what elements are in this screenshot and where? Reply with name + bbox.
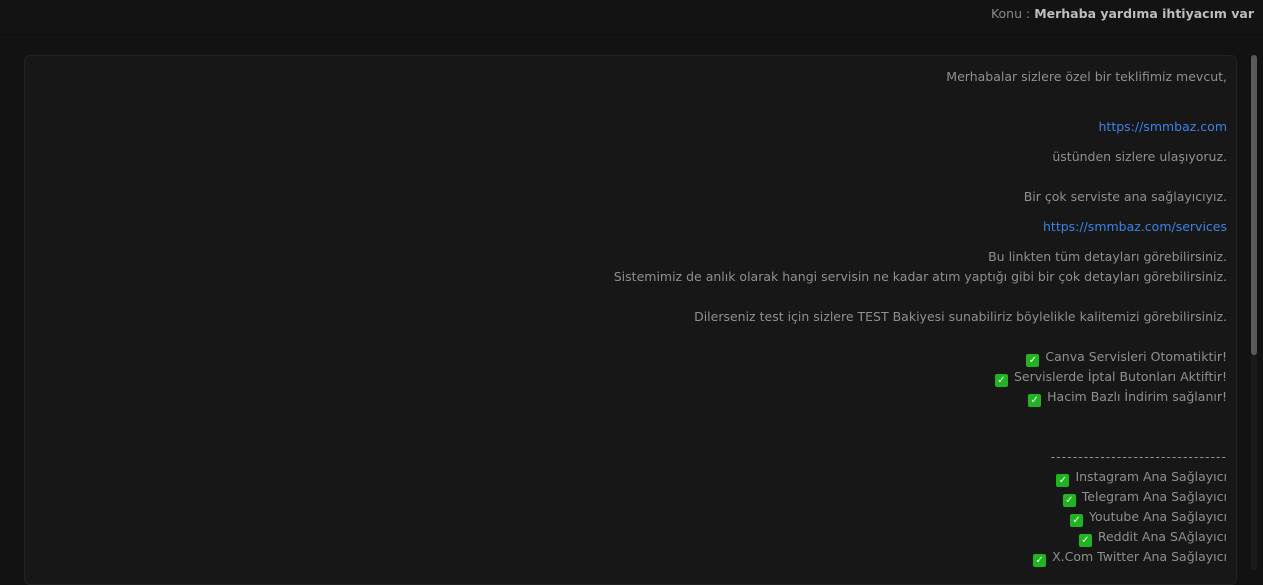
feature-item: ✓ Canva Servisleri Otomatiktir! (1026, 347, 1227, 367)
feature-item: ✓ Servislerde İptal Butonları Aktiftir! (994, 367, 1227, 387)
provider-text: Bir çok serviste ana sağlayıcıyız. (1023, 189, 1227, 204)
provider-label: Telegram Ana Sağlayıcı (1081, 489, 1227, 504)
check-box-icon: ✓ (1028, 394, 1042, 407)
services-link[interactable]: https://smmbaz.com/services (1043, 217, 1227, 237)
check-box-icon: ✓ (1070, 514, 1084, 527)
provider-label: Youtube Ana Sağlayıcı (1089, 509, 1227, 524)
reach-text: üstünden sizlere ulaşıyoruz. (1052, 149, 1227, 164)
check-box-icon: ✓ (1033, 554, 1047, 567)
feature-label: Hacim Bazlı İndirim sağlanır! (1047, 389, 1227, 404)
check-box-icon: ✓ (1062, 494, 1076, 507)
subject-label: Konu : (990, 6, 1031, 21)
check-box-icon: ✓ (1056, 474, 1070, 487)
scrollbar-thumb[interactable] (1251, 55, 1257, 355)
provider-label: X.Com Twitter Ana Sağlayıcı (1052, 549, 1227, 564)
check-box-icon: ✓ (1026, 354, 1040, 367)
feature-label: Canva Servisleri Otomatiktir! (1045, 349, 1227, 364)
divider-line: -------------------------------- (1050, 449, 1227, 464)
subject-header: Konu : Merhaba yardıma ihtiyacım var (991, 6, 1254, 21)
provider-item: ✓ Instagram Ana Sağlayıcı (1056, 467, 1227, 487)
subject-value: Merhaba yardıma ihtiyacım var (1034, 6, 1254, 21)
site-link[interactable]: https://smmbaz.com (1099, 117, 1228, 137)
feature-item: ✓ Hacim Bazlı İndirim sağlanır! (1028, 387, 1227, 407)
feature-label: Servislerde İptal Butonları Aktiftir! (1013, 369, 1227, 384)
test-balance-text: Dilerseniz test için sizlere TEST Bakiye… (694, 309, 1227, 324)
provider-item: ✓ Telegram Ana Sağlayıcı (1062, 487, 1227, 507)
provider-label: Instagram Ana Sağlayıcı (1075, 469, 1227, 484)
scrollbar[interactable] (1251, 55, 1257, 570)
provider-label: Reddit Ana SAğlayıcı (1097, 529, 1227, 544)
message-panel: Merhabalar sizlere özel bir teklifimiz m… (24, 55, 1237, 585)
greeting-text: Merhabalar sizlere özel bir teklifimiz m… (946, 69, 1227, 84)
system-text: Sistemimiz de anlık olarak hangi servisi… (613, 269, 1227, 284)
details-text: Bu linkten tüm detayları görebilirsiniz. (988, 249, 1227, 264)
provider-item: ✓ Youtube Ana Sağlayıcı (1070, 507, 1227, 527)
provider-item: ✓ Reddit Ana SAğlayıcı (1078, 527, 1227, 547)
check-box-icon: ✓ (994, 374, 1008, 387)
topbar: Konu : Merhaba yardıma ihtiyacım var (0, 0, 1263, 35)
provider-item: ✓ X.Com Twitter Ana Sağlayıcı (1033, 547, 1227, 567)
check-box-icon: ✓ (1078, 534, 1092, 547)
